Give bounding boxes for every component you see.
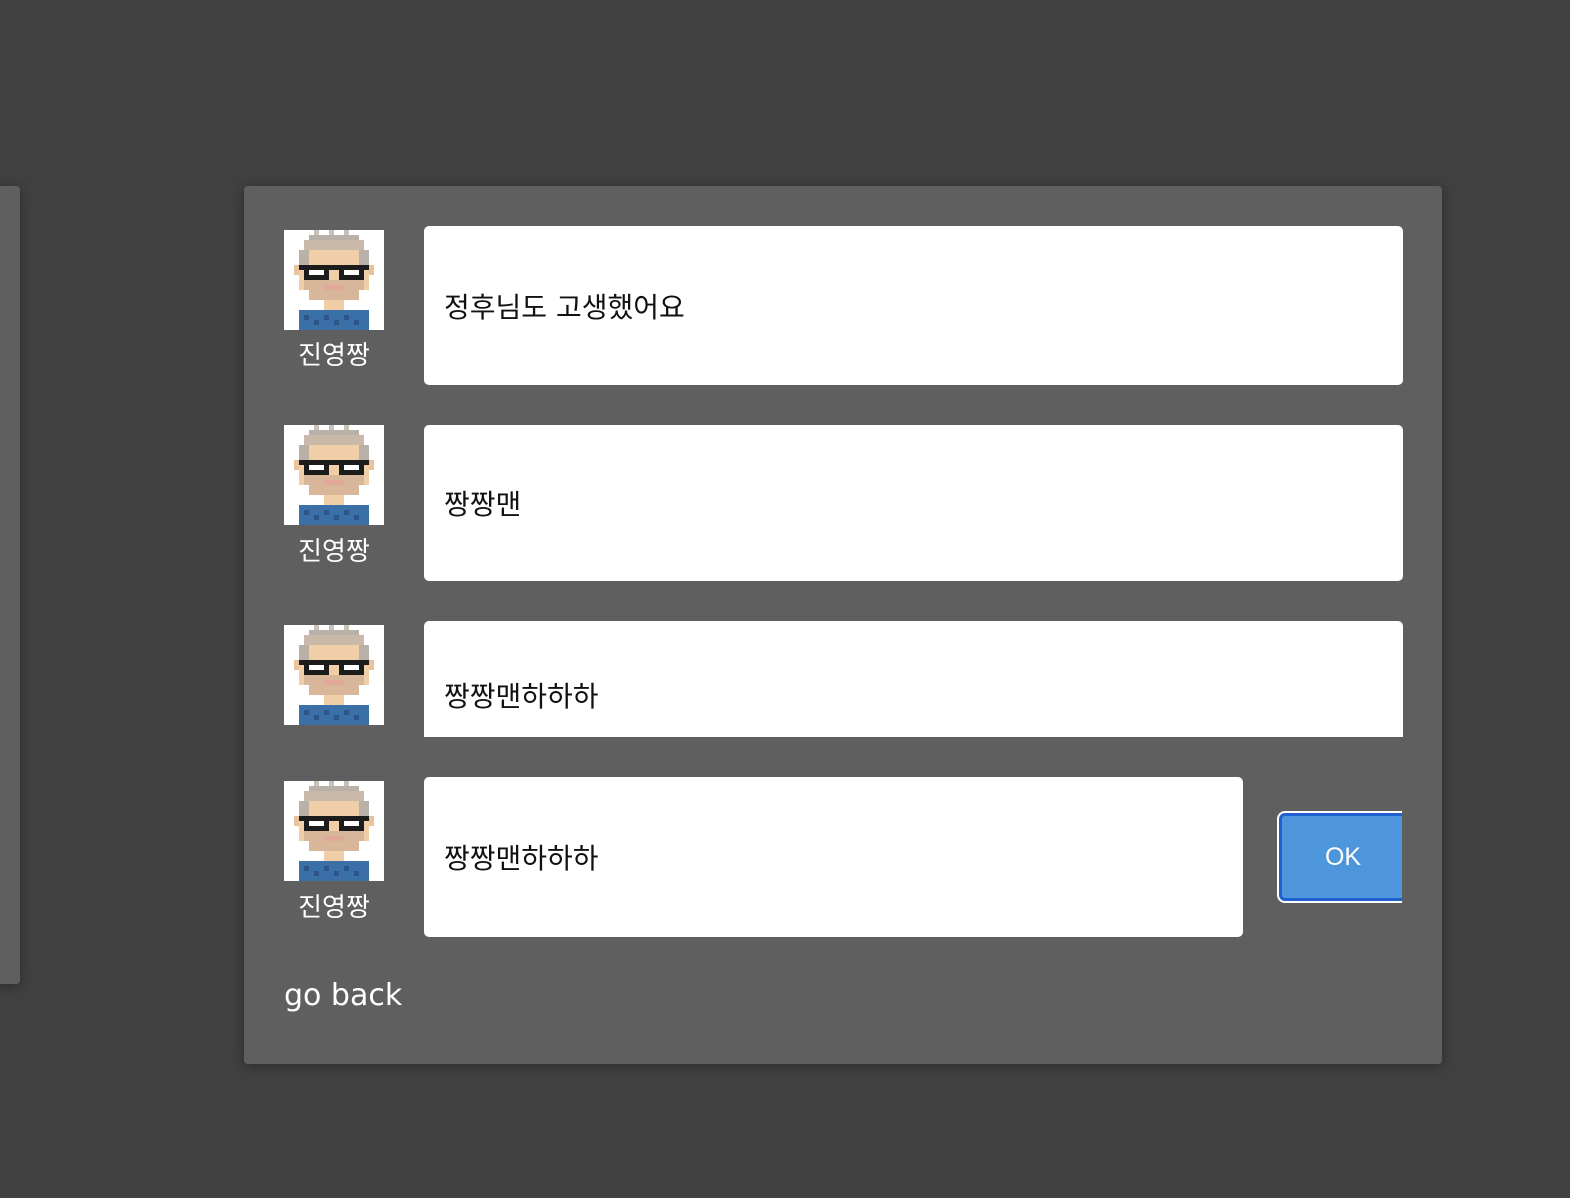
message-text: 정후님도 고생했어요 [444, 290, 685, 324]
pixel-avatar-icon [284, 230, 384, 330]
avatar-icon [284, 425, 384, 525]
message-bubble: 짱짱맨하하하 [424, 621, 1403, 737]
pixel-avatar-icon [284, 781, 384, 881]
message-author: 진영짱 [298, 537, 370, 567]
pixel-avatar-icon [284, 625, 384, 725]
avatar-icon [284, 781, 384, 881]
pixel-avatar-icon [284, 425, 384, 525]
ok-button[interactable]: OK [1279, 813, 1402, 901]
compose-author: 진영짱 [298, 893, 370, 923]
message-text: 짱짱맨 [444, 488, 522, 521]
comment-dialog: 진영짱 정후님도 고생했어요 진영짱 짱짱맨 짱짱맨하하하 진영짱 짱짱맨하하하… [244, 186, 1442, 1064]
avatar-icon [284, 625, 384, 725]
message-bubble: 짱짱맨 [424, 425, 1403, 581]
message-author: 진영짱 [298, 341, 370, 371]
background-card [0, 186, 20, 984]
avatar-icon [284, 230, 384, 330]
message-text: 짱짱맨하하하 [444, 680, 599, 713]
go-back-link[interactable]: go back [284, 978, 402, 1014]
comment-input[interactable] [424, 777, 1243, 937]
message-bubble: 정후님도 고생했어요 [424, 226, 1403, 385]
ok-button-clip: OK [1274, 806, 1402, 906]
